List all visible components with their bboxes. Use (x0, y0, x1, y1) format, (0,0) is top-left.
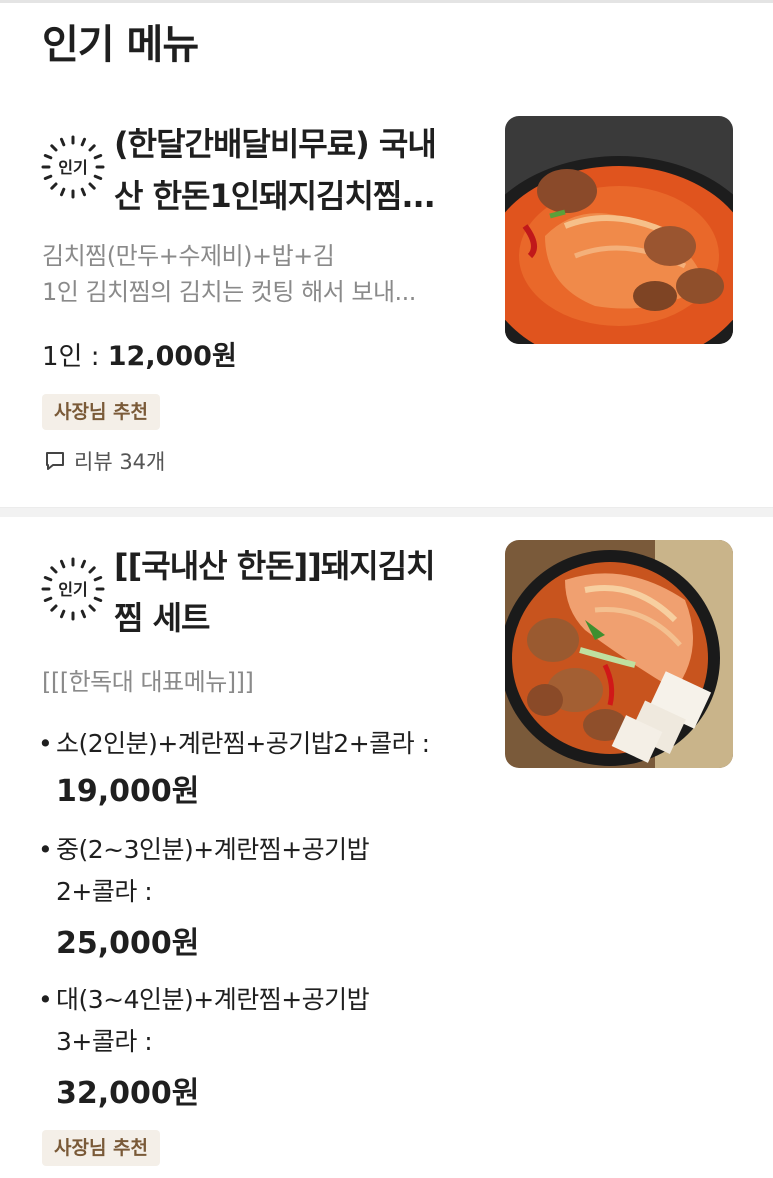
option-label: 중(2~3인분)+계란찜+공기밥 (56, 835, 370, 864)
owner-recommend-tag: 사장님 추천 (42, 1130, 161, 1166)
option-large-line2: 3+콜라 : (56, 1027, 153, 1056)
bullet: • (38, 729, 53, 758)
option-large: • 대(3~4인분)+계란찜+공기밥 (38, 980, 370, 1020)
option-label: 소(2인분)+계란찜+공기밥2+콜라 : (56, 729, 430, 758)
menu-name-line1: (한달간배달비무료) 국내 (114, 125, 437, 163)
review-count[interactable]: 리뷰 34개 (44, 446, 165, 476)
option-large-price: 32,000원 (56, 1076, 200, 1111)
menu-name-line1: [[국내산 한돈]]돼지김치 (114, 547, 436, 585)
popular-badge-icon: 인기 (40, 134, 106, 200)
price-prefix: 1인 : (42, 342, 108, 372)
badge-label: 인기 (58, 158, 87, 177)
option-medium: • 중(2~3인분)+계란찜+공기밥 (38, 830, 370, 870)
badge-label: 인기 (58, 580, 87, 599)
menu-card-2[interactable]: 인기 [[국내산 한돈]]돼지김치 찜 세트 [[[한독대 대표메뉴]]] • 소… (0, 518, 773, 1178)
review-label: 리뷰 34개 (74, 450, 166, 474)
option-medium-line2: 2+콜라 : (56, 877, 153, 906)
bullet: • (38, 835, 53, 864)
menu-desc-line1: 김치찜(만두+수제비)+밥+김 (42, 242, 335, 270)
owner-recommend-tag: 사장님 추천 (42, 394, 161, 430)
option-medium-price: 25,000원 (56, 926, 200, 961)
popular-badge-icon: 인기 (40, 556, 106, 622)
menu-card-1[interactable]: 인기 (한달간배달비무료) 국내 산 한돈1인돼지김치찜... 김치찜(만두+수… (0, 100, 773, 510)
menu-desc-line2: 1인 김치찜의 김치는 컷팅 해서 보내... (42, 278, 416, 306)
menu-price: 1인 : 12,000원 (42, 334, 237, 373)
option-small: • 소(2인분)+계란찜+공기밥2+콜라 : (38, 724, 430, 764)
menu-desc-line1: [[[한독대 대표메뉴]]] (42, 668, 254, 696)
bullet: • (38, 985, 53, 1014)
option-label: 대(3~4인분)+계란찜+공기밥 (56, 985, 370, 1014)
option-small-price: 19,000원 (56, 774, 200, 809)
price-value: 12,000원 (107, 341, 237, 372)
top-divider (0, 0, 773, 3)
menu-image-kimchi-jjim-set[interactable] (505, 540, 733, 768)
menu-name-line2: 찜 세트 (114, 599, 210, 637)
card-divider (0, 507, 773, 517)
speech-bubble-icon (46, 452, 64, 470)
menu-image-kimchi-jjim[interactable] (505, 116, 733, 344)
section-title: 인기 메뉴 (42, 22, 199, 68)
menu-name-line2: 산 한돈1인돼지김치찜... (114, 177, 436, 215)
